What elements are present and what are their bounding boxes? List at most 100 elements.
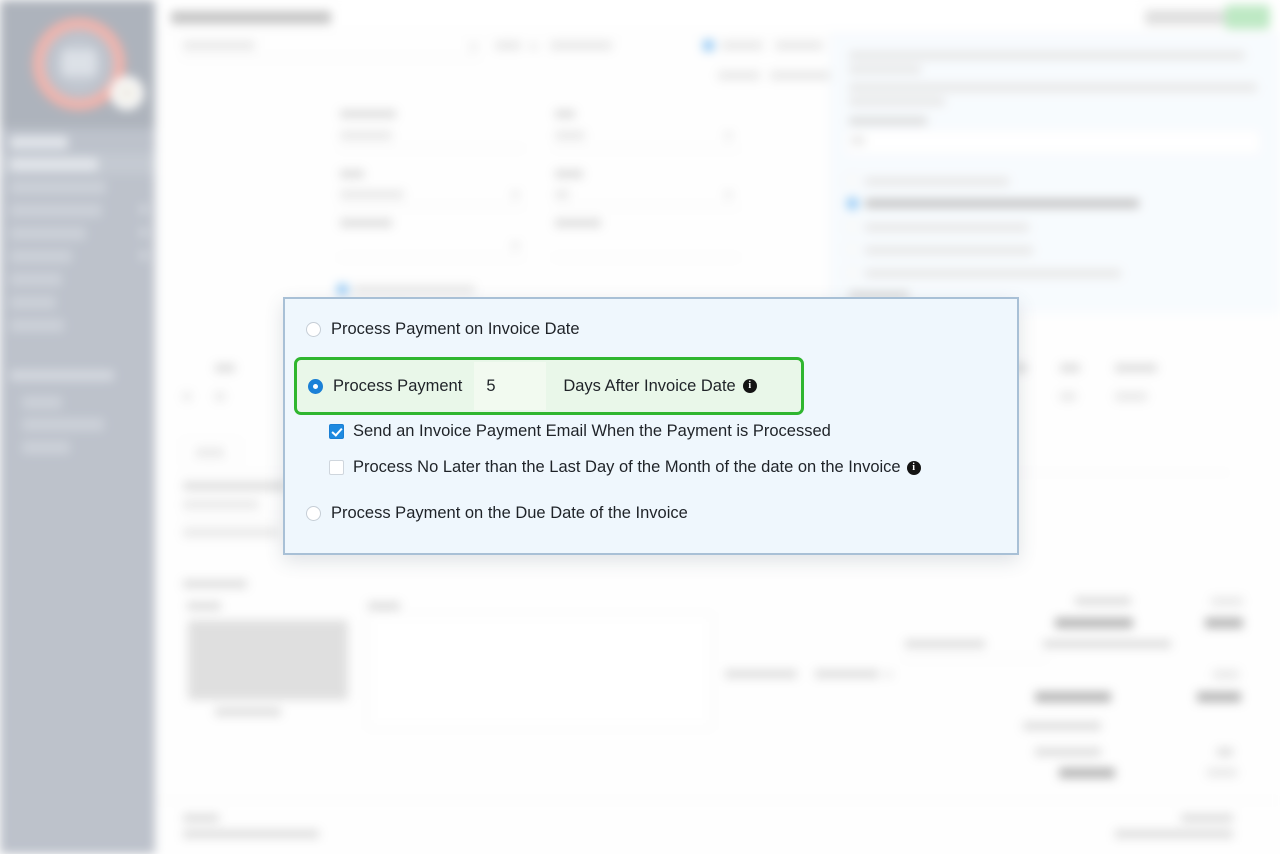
radio-option-days-after-invoice-date-highlighted[interactable]: Process Payment Days After Invoice Date … bbox=[294, 357, 804, 415]
balance-due-value bbox=[1207, 768, 1237, 777]
sidebar-item-invoices[interactable] bbox=[10, 227, 86, 240]
sidebar-item-dashboard[interactable] bbox=[10, 158, 98, 171]
cancel-button[interactable] bbox=[1145, 10, 1230, 25]
table-col-header bbox=[1060, 364, 1080, 372]
lower-field-value[interactable] bbox=[183, 500, 259, 509]
totals-label bbox=[1055, 618, 1133, 628]
chevron-down-icon bbox=[140, 228, 147, 237]
radio-option-label-after: Days After Invoice Date bbox=[563, 376, 736, 395]
panel-input-value bbox=[851, 136, 865, 145]
invoice-total-label bbox=[1035, 692, 1111, 702]
field-underline bbox=[181, 57, 481, 58]
sidebar-item-customers[interactable] bbox=[10, 181, 106, 194]
table-col-header bbox=[215, 364, 235, 372]
lower-field-value[interactable] bbox=[183, 528, 279, 537]
app-window: Process Payment on Invoice Date Process … bbox=[0, 0, 1280, 854]
sub-option-a[interactable] bbox=[718, 71, 760, 80]
field-value[interactable] bbox=[555, 190, 569, 199]
sidebar-item-payments[interactable] bbox=[10, 273, 62, 286]
footer-divider bbox=[155, 800, 1280, 801]
days-after-invoice-date-input[interactable] bbox=[474, 362, 547, 410]
field-label bbox=[555, 110, 575, 118]
auto-bill-checkbox[interactable] bbox=[703, 40, 714, 51]
chevron-down-icon bbox=[725, 133, 732, 138]
checkbox-label: Process No Later than the Last Day of th… bbox=[353, 458, 921, 477]
radio-option-on-due-date[interactable]: Process Payment on the Due Date of the I… bbox=[306, 505, 688, 522]
footer-label bbox=[183, 814, 219, 822]
client-field-value[interactable] bbox=[183, 41, 255, 50]
checkbox-process-no-later-than-last-day[interactable]: Process No Later than the Last Day of th… bbox=[329, 458, 921, 477]
field-label bbox=[340, 110, 396, 118]
save-button[interactable] bbox=[1225, 5, 1270, 29]
field-underline bbox=[553, 206, 739, 207]
sub-option-b[interactable] bbox=[770, 71, 830, 80]
terms-label bbox=[368, 602, 400, 610]
panel-option-checkbox-checked[interactable] bbox=[847, 198, 858, 209]
auto-bill-option bbox=[775, 41, 823, 50]
radio-option-label: Process Payment on the Due Date of the I… bbox=[331, 504, 688, 522]
checkbox-label: Send an Invoice Payment Email When the P… bbox=[353, 422, 831, 441]
checkbox-icon-checked[interactable] bbox=[329, 424, 344, 439]
totals-label bbox=[1075, 597, 1131, 605]
sidebar-logo-area bbox=[0, 0, 155, 128]
panel-option-label bbox=[865, 269, 1121, 278]
auto-bill-settings-dialog: Process Payment on Invoice Date Process … bbox=[283, 297, 1019, 555]
panel-option-label bbox=[865, 246, 1033, 255]
sidebar-item-recurring-invoices[interactable] bbox=[10, 204, 102, 217]
frequency-label bbox=[495, 41, 521, 50]
panel-text-line bbox=[849, 65, 921, 74]
partial-label bbox=[725, 670, 797, 678]
panel-input[interactable] bbox=[845, 129, 1261, 155]
field-underline bbox=[903, 658, 1047, 659]
radio-icon-unselected[interactable] bbox=[306, 321, 321, 337]
radio-option-label-before: Process Payment bbox=[333, 376, 463, 395]
chevron-down-icon bbox=[885, 672, 892, 677]
checkbox-send-invoice-payment-email[interactable]: Send an Invoice Payment Email When the P… bbox=[329, 422, 831, 441]
field-value[interactable] bbox=[555, 131, 585, 140]
totals-value bbox=[1213, 670, 1239, 679]
panel-option-checkbox[interactable] bbox=[847, 244, 858, 255]
sidebar-item-tax-settings[interactable] bbox=[22, 418, 104, 431]
terms-textarea[interactable] bbox=[368, 614, 712, 728]
footer-sub-label bbox=[183, 830, 319, 838]
panel-option-checkbox[interactable] bbox=[847, 221, 858, 232]
field-value[interactable] bbox=[340, 131, 392, 140]
panel-option-checkbox[interactable] bbox=[847, 267, 858, 278]
sidebar-item-quotes[interactable] bbox=[10, 250, 72, 263]
option-checkbox[interactable] bbox=[337, 284, 348, 295]
add-item-label bbox=[195, 448, 225, 457]
info-icon[interactable]: i bbox=[906, 460, 921, 475]
chevron-down-icon bbox=[725, 192, 732, 197]
panel-text-line bbox=[849, 51, 1245, 60]
sidebar-section-advanced-settings bbox=[10, 370, 114, 381]
panel-option-checkbox[interactable] bbox=[847, 175, 858, 186]
partial-value[interactable] bbox=[815, 670, 879, 678]
checkbox-icon-unchecked[interactable] bbox=[329, 460, 344, 475]
invoice-details-label bbox=[183, 580, 247, 588]
checkbox-label-text: Process No Later than the Last Day of th… bbox=[353, 458, 901, 476]
balance-due-label bbox=[1059, 768, 1115, 778]
radio-option-label: Process Payment on Invoice Date bbox=[331, 320, 580, 338]
table-cell bbox=[1060, 392, 1076, 401]
totals-value bbox=[1205, 618, 1243, 628]
sidebar-item-settings[interactable] bbox=[22, 396, 62, 409]
radio-icon-selected[interactable] bbox=[308, 378, 323, 394]
sidebar-item-reports[interactable] bbox=[22, 441, 70, 454]
cycles-value[interactable] bbox=[550, 41, 612, 50]
signature-block[interactable] bbox=[188, 620, 348, 700]
app-logo-badge-dot bbox=[119, 86, 135, 100]
totals-label bbox=[905, 640, 985, 648]
info-icon[interactable]: i bbox=[742, 379, 757, 393]
sidebar-item-projects[interactable] bbox=[10, 319, 64, 332]
sidebar-item-home[interactable] bbox=[10, 136, 68, 149]
sidebar-item-credits[interactable] bbox=[10, 296, 56, 309]
field-value[interactable] bbox=[340, 190, 404, 199]
field-underline bbox=[338, 257, 524, 258]
panel-option-label bbox=[865, 177, 1009, 186]
radio-option-on-invoice-date[interactable]: Process Payment on Invoice Date bbox=[306, 321, 580, 338]
footer-right-sub bbox=[1115, 830, 1233, 838]
invoice-total-value bbox=[1197, 692, 1241, 702]
radio-icon-unselected[interactable] bbox=[306, 505, 321, 521]
table-cell bbox=[1115, 392, 1147, 401]
totals-value bbox=[1217, 748, 1233, 756]
